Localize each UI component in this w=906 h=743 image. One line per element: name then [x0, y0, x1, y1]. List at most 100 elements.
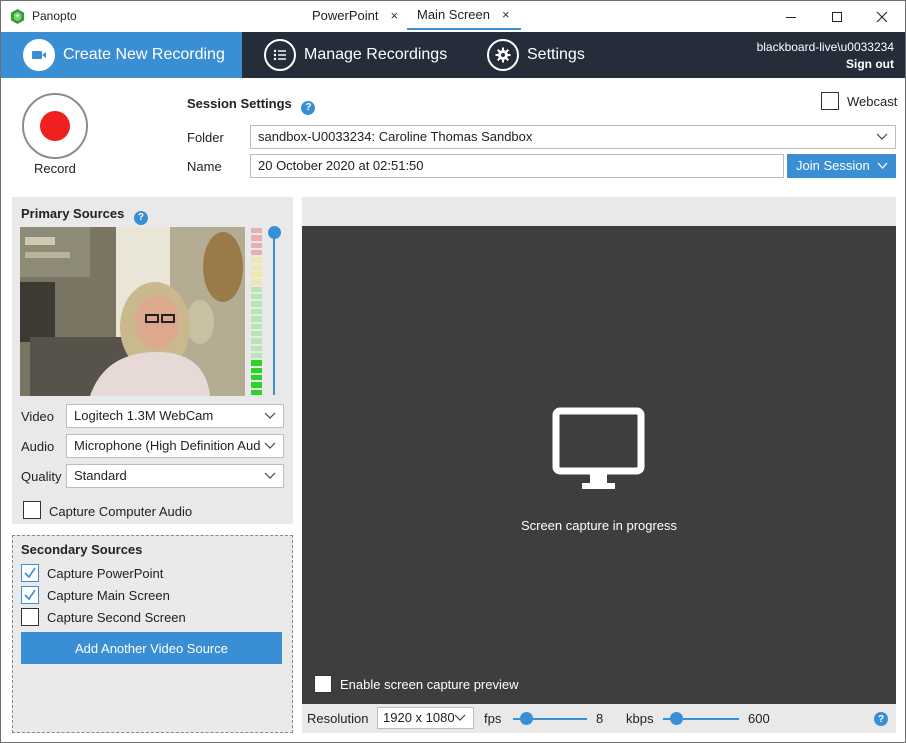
enable-preview-label: Enable screen capture preview — [340, 677, 519, 692]
capture-powerpoint-label: Capture PowerPoint — [47, 566, 164, 581]
audio-level-segment — [251, 374, 262, 381]
kbps-label: kbps — [626, 711, 654, 726]
capture-main-screen-label: Capture Main Screen — [47, 588, 170, 603]
checkbox-box[interactable] — [23, 501, 41, 519]
close-button[interactable] — [859, 1, 905, 32]
close-icon[interactable]: × — [390, 8, 398, 23]
webcast-label: Webcast — [847, 94, 898, 109]
audio-level-segment — [251, 286, 262, 293]
chevron-down-icon — [264, 472, 276, 479]
video-source-dropdown[interactable]: Logitech 1.3M WebCam — [66, 404, 284, 428]
capture-computer-audio-label: Capture Computer Audio — [49, 504, 193, 519]
checkbox-box[interactable] — [21, 586, 39, 604]
panopto-window: Panopto Create New Recording Manage Reco… — [0, 0, 906, 743]
audio-level-segment — [251, 338, 262, 344]
audio-level-segment — [251, 257, 262, 263]
capture-second-screen-checkbox[interactable] — [21, 608, 39, 629]
checkbox-box[interactable] — [21, 608, 39, 626]
folder-label: Folder — [187, 130, 224, 145]
webcast-checkbox[interactable] — [821, 92, 839, 113]
tab-label: Settings — [527, 46, 585, 63]
account-info: blackboard-live\u0033234 Sign out — [757, 39, 894, 73]
folder-value: sandbox-U0033234: Caroline Thomas Sandbo… — [258, 129, 533, 144]
fps-slider-thumb[interactable] — [520, 712, 533, 725]
help-icon[interactable]: ? — [133, 210, 148, 225]
add-video-source-label: Add Another Video Source — [75, 640, 228, 656]
resolution-dropdown[interactable]: 1920 x 1080 — [377, 707, 474, 729]
audio-level-segment — [251, 250, 262, 256]
audio-level-segment — [251, 360, 262, 366]
tab-label: PowerPoint — [312, 8, 379, 23]
tab-settings[interactable]: Settings — [487, 32, 607, 78]
close-icon — [876, 11, 888, 22]
tab-create-new-recording[interactable]: Create New Recording — [1, 32, 242, 78]
capture-main-screen-checkbox[interactable] — [21, 586, 39, 607]
chevron-down-icon — [264, 412, 276, 419]
audio-level-segment — [251, 272, 262, 278]
primary-sources-label: Primary Sources — [21, 206, 125, 221]
capture-second-screen-label: Capture Second Screen — [47, 610, 186, 625]
help-icon[interactable]: ? — [301, 100, 316, 115]
kbps-value: 600 — [748, 711, 770, 726]
tab-label: Main Screen — [417, 7, 490, 22]
tab-label: Create New Recording — [63, 46, 225, 63]
tab-powerpoint[interactable]: PowerPoint × — [312, 1, 398, 30]
tab-label: Manage Recordings — [304, 46, 448, 63]
webcast-checkbox-box[interactable] — [821, 92, 839, 110]
add-video-source-button[interactable]: Add Another Video Source — [21, 632, 282, 664]
resolution-label: Resolution — [307, 711, 369, 726]
resolution-value: 1920 x 1080 — [383, 710, 455, 725]
maximize-button[interactable] — [814, 1, 860, 32]
checkmark-icon — [24, 589, 36, 601]
tab-main-screen[interactable]: Main Screen × — [407, 1, 521, 30]
video-source-value: Logitech 1.3M WebCam — [74, 408, 214, 423]
close-icon[interactable]: × — [502, 7, 510, 22]
chevron-down-icon — [264, 442, 276, 449]
audio-level-segment — [251, 235, 262, 241]
volume-slider-track[interactable] — [273, 233, 275, 395]
volume-slider-thumb[interactable] — [268, 226, 281, 239]
audio-source-dropdown[interactable]: Microphone (High Definition Aud — [66, 434, 284, 458]
enable-preview-checkbox[interactable] — [314, 675, 332, 696]
kbps-slider-thumb[interactable] — [670, 712, 683, 725]
maximize-icon — [832, 11, 842, 22]
list-icon — [264, 39, 296, 71]
record-button[interactable] — [22, 93, 88, 159]
chevron-down-icon — [454, 714, 466, 721]
minimize-button[interactable] — [768, 1, 814, 32]
session-name-value: 20 October 2020 at 02:51:50 — [258, 158, 424, 173]
session-settings-label: Session Settings — [187, 96, 292, 111]
session-name-field[interactable]: 20 October 2020 at 02:51:50 — [250, 154, 784, 178]
quality-label: Quality — [21, 469, 62, 484]
quality-dropdown[interactable]: Standard — [66, 464, 284, 488]
audio-level-segment — [251, 345, 262, 351]
video-camera-icon — [23, 39, 55, 71]
video-label: Video — [21, 409, 55, 424]
audio-level-segment — [251, 323, 262, 329]
audio-level-segment — [251, 294, 262, 300]
join-session-button[interactable]: Join Session — [787, 154, 896, 178]
help-icon[interactable]: ? — [874, 712, 888, 726]
audio-level-segment — [251, 352, 262, 359]
audio-level-segment — [251, 367, 262, 373]
minimize-icon — [786, 16, 796, 18]
primary-sources-title: Primary Sources ? — [21, 206, 148, 225]
checkmark-icon — [24, 567, 36, 579]
audio-level-segment — [251, 382, 262, 388]
audio-level-segment — [251, 330, 262, 337]
audio-level-segment — [251, 228, 262, 234]
audio-level-segment — [251, 308, 262, 315]
capture-powerpoint-checkbox[interactable] — [21, 564, 39, 585]
checkbox-box[interactable] — [314, 675, 332, 693]
capture-computer-audio-checkbox[interactable] — [23, 501, 41, 522]
checkbox-box[interactable] — [21, 564, 39, 582]
name-label: Name — [187, 159, 222, 174]
audio-level-segment — [251, 301, 262, 307]
folder-dropdown[interactable]: sandbox-U0033234: Caroline Thomas Sandbo… — [250, 125, 896, 149]
audio-level-segment — [251, 316, 262, 322]
record-dot-icon — [40, 111, 70, 141]
preview-tab-strip — [302, 197, 896, 226]
join-session-label: Join Session — [796, 158, 870, 173]
sign-out-link[interactable]: Sign out — [757, 56, 894, 73]
tab-manage-recordings[interactable]: Manage Recordings — [264, 32, 464, 78]
